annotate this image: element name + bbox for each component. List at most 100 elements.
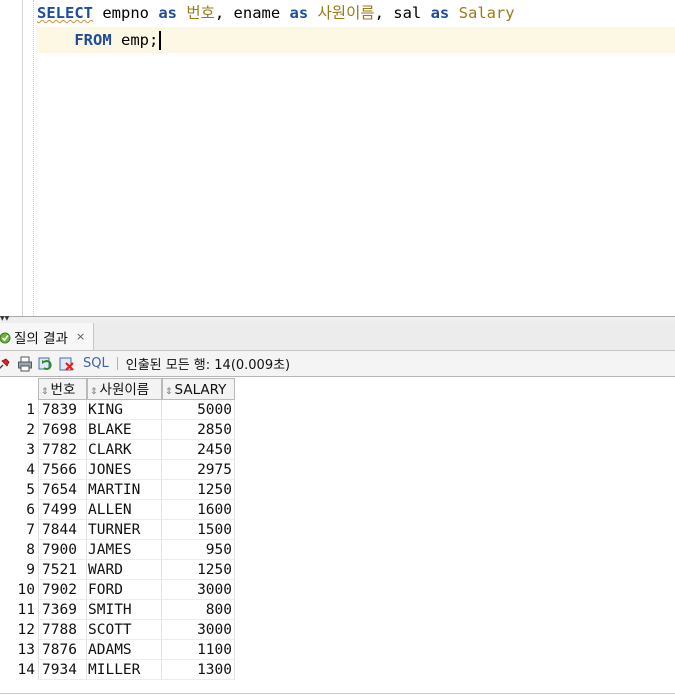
code-text: , sal: [374, 4, 431, 22]
cell-empno[interactable]: 7782: [38, 440, 87, 460]
code-line-1[interactable]: SELECT empno as 번호, ename as 사원이름, sal a…: [37, 0, 515, 26]
cell-empno[interactable]: 7499: [38, 500, 87, 520]
alias-text: 번호: [186, 4, 215, 22]
cell-ename[interactable]: CLARK: [87, 440, 162, 460]
table-row[interactable]: 6 7499 ALLEN 1600: [0, 500, 235, 520]
cell-salary[interactable]: 1300: [162, 660, 235, 680]
table-row[interactable]: 2 7698 BLAKE 2850: [0, 420, 235, 440]
column-header-label: 번호: [50, 382, 76, 398]
table-row[interactable]: 9 7521 WARD 1250: [0, 560, 235, 580]
cell-empno[interactable]: 7844: [38, 520, 87, 540]
cell-salary[interactable]: 2850: [162, 420, 235, 440]
cell-empno[interactable]: 7900: [38, 540, 87, 560]
code-text: , ename: [214, 4, 290, 22]
cell-empno[interactable]: 7934: [38, 660, 87, 680]
cell-salary[interactable]: 1250: [162, 560, 235, 580]
collapse-arrows-icon[interactable]: ▼▼: [0, 316, 9, 322]
cell-ename[interactable]: MILLER: [87, 660, 162, 680]
table-row[interactable]: 10 7902 FORD 3000: [0, 580, 235, 600]
cell-salary[interactable]: 1500: [162, 520, 235, 540]
cell-ename[interactable]: BLAKE: [87, 420, 162, 440]
table-row[interactable]: 5 7654 MARTIN 1250: [0, 480, 235, 500]
sort-icon[interactable]: ⇕: [41, 387, 49, 397]
table-row[interactable]: 1 7839 KING 5000: [0, 400, 235, 420]
sort-icon[interactable]: ⇕: [90, 387, 98, 397]
toolbar-divider: [116, 357, 118, 370]
editor-gutter: [22, 0, 23, 316]
pin-icon[interactable]: [0, 356, 12, 372]
table-row[interactable]: 8 7900 JAMES 950: [0, 540, 235, 560]
cell-ename[interactable]: KING: [87, 400, 162, 420]
row-number: 5: [26, 482, 35, 498]
table-row[interactable]: 11 7369 SMITH 800: [0, 600, 235, 620]
cell-ename[interactable]: SMITH: [87, 600, 162, 620]
grid-header: ⇕ 번호 ⇕ 사원이름 ⇕ SALARY: [0, 378, 675, 400]
table-row[interactable]: 12 7788 SCOTT 3000: [0, 620, 235, 640]
result-grid[interactable]: ⇕ 번호 ⇕ 사원이름 ⇕ SALARY 1 7839 KING 5000 2 7698 BLA…: [0, 378, 675, 696]
cell-empno[interactable]: 7521: [38, 560, 87, 580]
keyword-as: as: [158, 4, 177, 22]
cell-salary[interactable]: 1100: [162, 640, 235, 660]
cell-ename[interactable]: MARTIN: [87, 480, 162, 500]
column-header-label: SALARY: [174, 382, 227, 398]
cell-ename[interactable]: SCOTT: [87, 620, 162, 640]
column-header-ename[interactable]: ⇕ 사원이름: [87, 378, 162, 400]
close-icon[interactable]: ×: [76, 330, 85, 343]
clear-icon[interactable]: [59, 356, 75, 372]
table-row[interactable]: 3 7782 CLARK 2450: [0, 440, 235, 460]
keyword-as: as: [430, 4, 450, 22]
cell-empno[interactable]: 7698: [38, 420, 87, 440]
cell-empno[interactable]: 7839: [38, 400, 87, 420]
cell-ename[interactable]: WARD: [87, 560, 162, 580]
cell-ename[interactable]: JONES: [87, 460, 162, 480]
results-toolbar: SQL 인출된 모든 행: 14(0.009초): [0, 351, 675, 377]
cell-salary[interactable]: 1250: [162, 480, 235, 500]
cell-salary[interactable]: 2450: [162, 440, 235, 460]
cell-empno[interactable]: 7566: [38, 460, 87, 480]
code-text: emp;: [111, 31, 159, 49]
alias-text: 사원이름: [317, 4, 375, 22]
code-text: empno: [93, 4, 159, 22]
cell-ename[interactable]: TURNER: [87, 520, 162, 540]
sql-worksheet-editor[interactable]: SELECT empno as 번호, ename as 사원이름, sal a…: [0, 0, 675, 316]
cell-ename[interactable]: ALLEN: [87, 500, 162, 520]
cell-salary[interactable]: 3000: [162, 580, 235, 600]
cell-salary[interactable]: 3000: [162, 620, 235, 640]
keyword-as: as: [289, 4, 309, 22]
keyword-select: SELECT: [37, 4, 93, 22]
cell-ename[interactable]: ADAMS: [87, 640, 162, 660]
row-number: 7: [26, 522, 35, 538]
cell-empno[interactable]: 7788: [38, 620, 87, 640]
cell-salary[interactable]: 1600: [162, 500, 235, 520]
query-result-icon: [0, 332, 11, 343]
alias-text: Salary: [458, 4, 515, 22]
row-number: 4: [26, 462, 35, 478]
table-row[interactable]: 13 7876 ADAMS 1100: [0, 640, 235, 660]
column-header-empno[interactable]: ⇕ 번호: [38, 378, 87, 400]
cell-salary[interactable]: 2975: [162, 460, 235, 480]
cell-salary[interactable]: 950: [162, 540, 235, 560]
cell-empno[interactable]: 7369: [38, 600, 87, 620]
code-line-2[interactable]: FROM emp;: [37, 27, 675, 53]
column-header-salary[interactable]: ⇕ SALARY: [162, 378, 235, 400]
cell-empno[interactable]: 7876: [38, 640, 87, 660]
cell-ename[interactable]: JAMES: [87, 540, 162, 560]
bottom-border: [0, 693, 675, 694]
refresh-icon[interactable]: [38, 356, 54, 372]
cell-empno[interactable]: 7902: [38, 580, 87, 600]
cell-salary[interactable]: 800: [162, 600, 235, 620]
tab-query-result[interactable]: 질의 결과 ×: [0, 323, 94, 350]
table-row[interactable]: 7 7844 TURNER 1500: [0, 520, 235, 540]
print-icon[interactable]: [17, 356, 33, 372]
table-row[interactable]: 14 7934 MILLER 1300: [0, 660, 235, 680]
cell-empno[interactable]: 7654: [38, 480, 87, 500]
cell-ename[interactable]: FORD: [87, 580, 162, 600]
sql-link[interactable]: SQL: [83, 356, 109, 371]
row-number: 3: [26, 442, 35, 458]
table-row[interactable]: 4 7566 JONES 2975: [0, 460, 235, 480]
cell-salary[interactable]: 5000: [162, 400, 235, 420]
sort-icon[interactable]: ⇕: [165, 387, 173, 397]
